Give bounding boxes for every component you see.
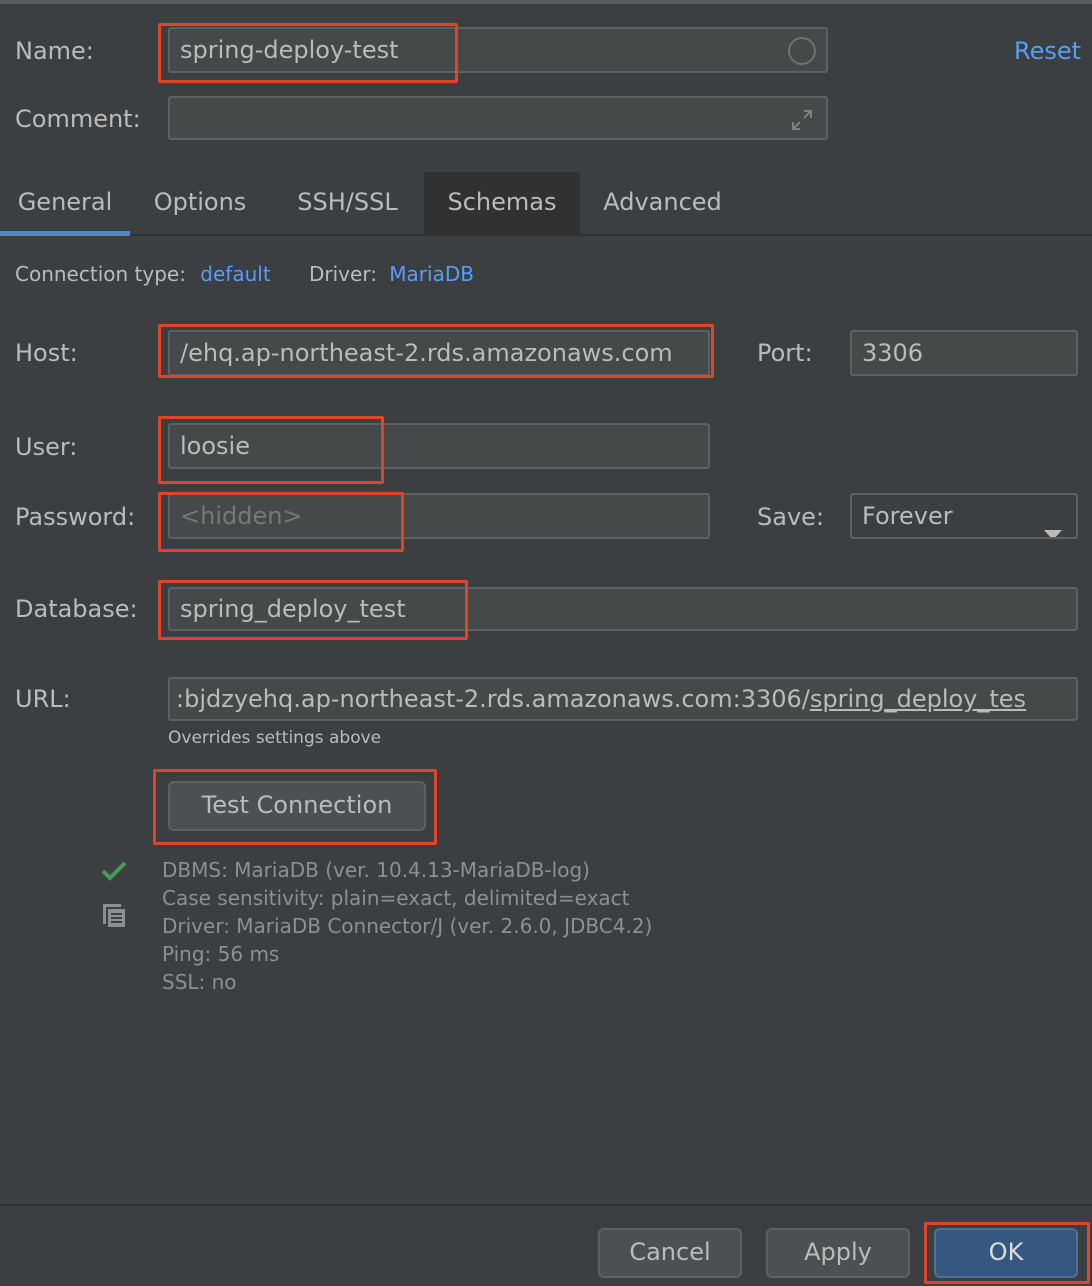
host-label: Host: [15,339,78,367]
footer-divider [0,1204,1092,1206]
apply-button[interactable]: Apply [766,1228,910,1278]
name-value: spring-deploy-test [180,36,399,64]
url-label: URL: [15,685,71,713]
driver-row: Driver: MariaDB [309,260,474,288]
save-select[interactable]: Forever [850,493,1078,539]
result-ssl: SSL: no [162,970,237,994]
name-input[interactable]: spring-deploy-test [168,27,828,73]
connection-type-row: Connection type: default [15,260,271,288]
database-label: Database: [15,595,138,623]
password-input[interactable]: <hidden> [168,493,710,539]
port-input[interactable]: 3306 [850,330,1078,376]
url-database-text: spring_deploy_tes [809,685,1027,713]
save-label: Save: [757,503,824,531]
host-input[interactable]: /ehq.ap-northeast-2.rds.amazonaws.com [168,330,710,376]
color-circle-icon[interactable] [788,37,816,65]
result-dbms: DBMS: MariaDB (ver. 10.4.13-MariaDB-log) [162,858,590,882]
connection-type-link[interactable]: default [200,262,270,286]
copy-icon[interactable] [101,901,127,933]
port-label: Port: [757,339,813,367]
result-ping: Ping: 56 ms [162,942,280,966]
result-driver: Driver: MariaDB Connector/J (ver. 2.6.0,… [162,914,653,938]
tab-options[interactable]: Options [140,172,260,234]
name-label: Name: [15,37,94,65]
chevron-down-icon [1044,511,1062,537]
tab-schemas[interactable]: Schemas [424,172,580,234]
driver-link[interactable]: MariaDB [389,262,474,286]
tab-general[interactable]: General [0,172,130,236]
comment-label: Comment: [15,105,141,133]
test-connection-button[interactable]: Test Connection [168,781,426,831]
tab-general-label: General [17,188,113,216]
tab-advanced[interactable]: Advanced [590,172,735,234]
save-select-value: Forever [862,502,953,530]
url-input[interactable]: :bjdzyehq.ap-northeast-2.rds.amazonaws.c… [168,677,1078,721]
cancel-button[interactable]: Cancel [598,1228,742,1278]
connection-type-label: Connection type: [15,262,186,286]
ok-button[interactable]: OK [934,1228,1078,1278]
password-placeholder: <hidden> [180,502,303,530]
url-prefix-text: :bjdzyehq.ap-northeast-2.rds.amazonaws.c… [176,685,810,713]
tab-selected-indicator [0,231,130,236]
expand-icon[interactable] [790,108,814,132]
comment-input[interactable] [168,96,828,140]
reset-link[interactable]: Reset [1014,36,1081,66]
url-hint: Overrides settings above [168,728,382,748]
database-input[interactable]: spring_deploy_test [168,587,1078,631]
window-top-border [0,0,1092,4]
connection-result: DBMS: MariaDB (ver. 10.4.13-MariaDB-log)… [162,856,652,996]
driver-label: Driver: [309,262,377,286]
check-icon [101,860,127,886]
result-case-sensitivity: Case sensitivity: plain=exact, delimited… [162,886,630,910]
tab-ssh-ssl[interactable]: SSH/SSL [285,172,410,234]
user-input[interactable]: loosie [168,423,710,469]
password-label: Password: [15,503,136,531]
user-label: User: [15,433,78,461]
tab-bar-divider [0,234,1092,236]
